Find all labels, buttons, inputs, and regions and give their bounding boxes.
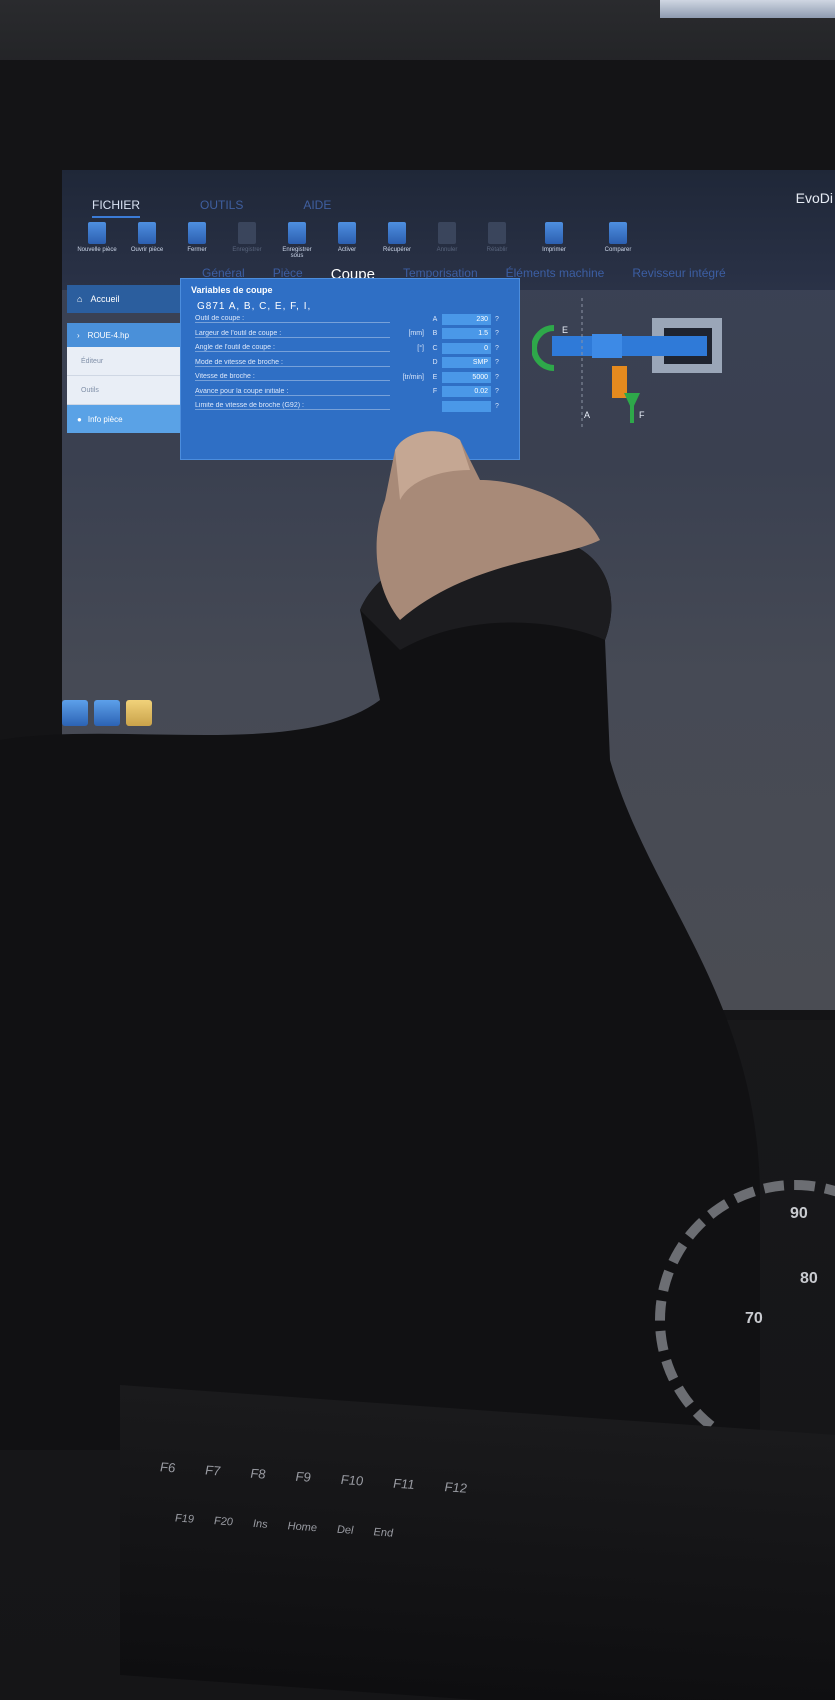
key-f7[interactable]: F7	[205, 1462, 220, 1478]
dial-number: 70	[745, 1310, 763, 1327]
key-del[interactable]: Del	[337, 1524, 354, 1537]
scene: FICHIER OUTILS AIDE EvoDi Nouvelle pièce…	[0, 0, 835, 1700]
key-f12[interactable]: F12	[445, 1479, 467, 1496]
key-f11[interactable]: F11	[393, 1476, 414, 1492]
key-f6[interactable]: F6	[160, 1459, 175, 1475]
key-f20[interactable]: F20	[214, 1515, 233, 1528]
key-f10[interactable]: F10	[341, 1472, 363, 1489]
key-end[interactable]: End	[373, 1526, 393, 1539]
key-f19[interactable]: F19	[175, 1512, 194, 1525]
key-f8[interactable]: F8	[250, 1466, 265, 1482]
sleeve	[0, 534, 760, 1450]
dial-number: 80	[800, 1270, 818, 1287]
key-f9[interactable]: F9	[296, 1469, 311, 1485]
keyboard	[120, 1385, 835, 1700]
dial-number: 90	[790, 1205, 808, 1222]
key-ins[interactable]: Ins	[253, 1518, 268, 1531]
key-home[interactable]: Home	[288, 1520, 317, 1534]
